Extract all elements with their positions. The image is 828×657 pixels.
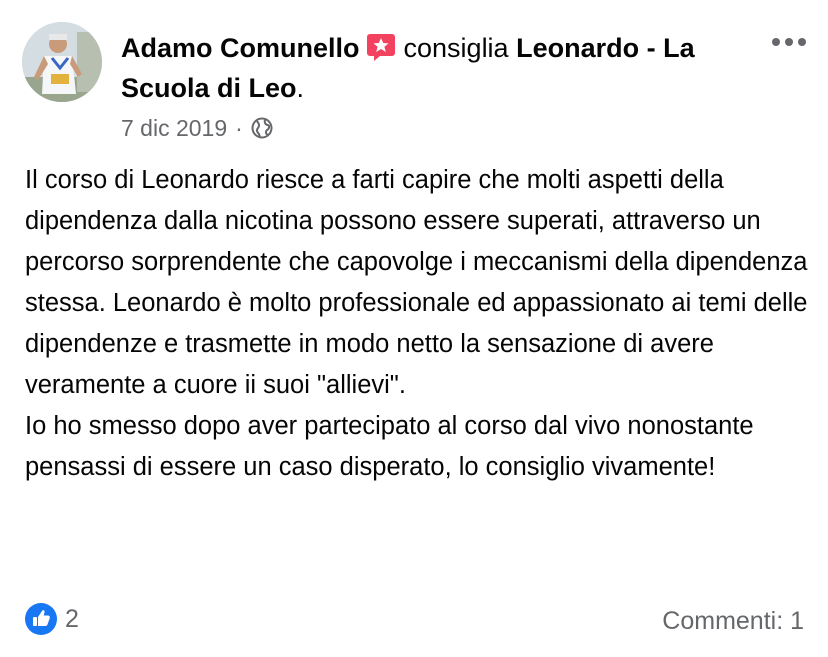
comments-count[interactable]: Commenti: 1	[662, 603, 804, 639]
likes-count: 2	[65, 604, 79, 633]
post-meta: 7 dic 2019 ·	[121, 112, 273, 144]
author-name[interactable]: Adamo Comunello	[121, 33, 360, 63]
reactions-summary[interactable]: 2	[25, 603, 79, 635]
recommendation-star-icon	[366, 31, 396, 61]
meta-separator: ·	[235, 115, 243, 141]
post-body: Il corso di Leonardo riesce a farti capi…	[25, 166, 808, 481]
post-header: Adamo Comunello consiglia Leonardo - La S…	[121, 28, 761, 108]
avatar[interactable]	[22, 22, 102, 102]
recommends-label: consiglia	[403, 33, 509, 63]
like-icon	[25, 603, 57, 635]
post-date[interactable]: 7 dic 2019	[121, 112, 227, 144]
header-period: .	[296, 73, 305, 103]
globe-icon	[251, 117, 273, 139]
more-options-icon[interactable]	[771, 36, 807, 48]
